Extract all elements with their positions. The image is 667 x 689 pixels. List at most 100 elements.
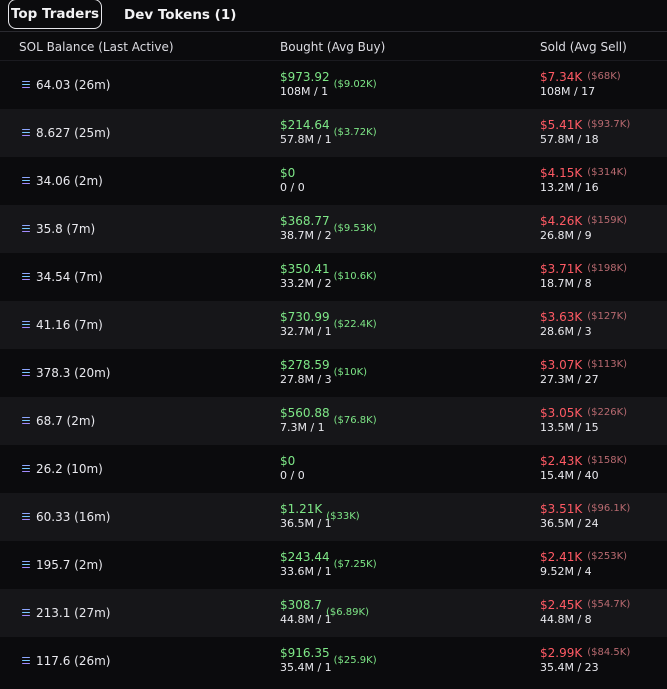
solana-icon <box>22 129 30 137</box>
sold-cell: $2.45K ($54.7K) 44.8M / 8 <box>540 598 630 626</box>
column-header-balance[interactable]: SOL Balance (Last Active) <box>19 40 174 54</box>
table-row[interactable]: 8.627 (25m) $214.64($3.72K) 57.8M / 1 $5… <box>0 109 667 157</box>
sold-amount: $3.07K <box>540 358 583 372</box>
solana-icon <box>22 513 30 521</box>
balance-value: 41.16 (7m) <box>36 318 103 332</box>
balance-cell: 213.1 (27m) <box>22 606 111 620</box>
bought-cell: $0 0 / 0 <box>280 166 305 194</box>
sold-amount: $4.15K <box>540 166 583 180</box>
table-row[interactable]: 64.03 (26m) $973.92($9.02K) 108M / 1 $7.… <box>0 61 667 109</box>
bought-cell: $973.92($9.02K) 108M / 1 <box>280 70 377 98</box>
sold-cell: $7.34K ($68K) 108M / 17 <box>540 70 621 98</box>
bought-cell: $278.59($10K) 27.8M / 3 <box>280 358 367 386</box>
tab-dev-tokens[interactable]: Dev Tokens (1) <box>124 0 236 29</box>
bought-cell: $560.88($76.8K) 7.3M / 1 <box>280 406 377 434</box>
sold-amount: $3.63K <box>540 310 583 324</box>
sold-cell: $5.41K ($93.7K) 57.8M / 18 <box>540 118 630 146</box>
bought-avg: ($33K) <box>326 511 360 522</box>
sold-sub: 28.6M / 3 <box>540 325 592 338</box>
balance-value: 195.7 (2m) <box>36 558 103 572</box>
bought-cell: $916.35($25.9K) 35.4M / 1 <box>280 646 377 674</box>
sold-avg: ($84.5K) <box>587 647 631 658</box>
table-row[interactable]: 213.1 (27m) $308.7($6.89K) 44.8M / 1 $2.… <box>0 589 667 637</box>
table-row[interactable]: 26.2 (10m) $0 0 / 0 $2.43K ($158K) 15.4M … <box>0 445 667 493</box>
balance-cell: 117.6 (26m) <box>22 654 111 668</box>
sold-amount: $2.45K <box>540 598 583 612</box>
column-header-sold[interactable]: Sold (Avg Sell) <box>540 40 627 54</box>
bought-amount: $560.88 <box>280 406 330 420</box>
balance-cell: 195.7 (2m) <box>22 558 103 572</box>
solana-icon <box>22 369 30 377</box>
sold-sub: 18.7M / 8 <box>540 277 592 290</box>
sold-cell: $2.43K ($158K) 15.4M / 40 <box>540 454 627 482</box>
bought-amount: $308.7 <box>280 598 322 612</box>
table-row[interactable]: 117.6 (26m) $916.35($25.9K) 35.4M / 1 $2… <box>0 637 667 685</box>
sold-sub: 15.4M / 40 <box>540 469 599 482</box>
balance-cell: 41.16 (7m) <box>22 318 103 332</box>
sold-avg: ($253K) <box>587 551 628 562</box>
table-row[interactable]: 35.8 (7m) $368.77($9.53K) 38.7M / 2 $4.2… <box>0 205 667 253</box>
balance-value: 213.1 (27m) <box>36 606 111 620</box>
bought-sub: 0 / 0 <box>280 181 305 194</box>
sold-cell: $3.07K ($113K) 27.3M / 27 <box>540 358 627 386</box>
table-row[interactable]: 34.06 (2m) $0 0 / 0 $4.15K ($314K) 13.2M … <box>0 157 667 205</box>
sold-amount: $3.71K <box>540 262 583 276</box>
tab-top-traders[interactable]: Top Traders <box>8 0 102 29</box>
solana-icon <box>22 609 30 617</box>
sold-avg: ($226K) <box>587 407 628 418</box>
sold-cell: $3.63K ($127K) 28.6M / 3 <box>540 310 627 338</box>
solana-icon <box>22 273 30 281</box>
bought-avg: ($9.53K) <box>333 223 377 234</box>
bought-amount: $916.35 <box>280 646 330 660</box>
bought-amount: $368.77 <box>280 214 330 228</box>
sold-amount: $7.34K <box>540 70 583 84</box>
bought-avg: ($6.89K) <box>326 607 369 618</box>
sold-avg: ($96.1K) <box>587 503 631 514</box>
tab-bar: Top Traders Dev Tokens (1) <box>0 0 667 32</box>
sold-amount: $3.05K <box>540 406 583 420</box>
solana-icon <box>22 81 30 89</box>
sold-amount: $2.43K <box>540 454 583 468</box>
bought-cell: $350.41($10.6K) 33.2M / 2 <box>280 262 377 290</box>
table-row[interactable]: 60.33 (16m) $1.21K($33K) 36.5M / 1 $3.51… <box>0 493 667 541</box>
solana-icon <box>22 321 30 329</box>
bought-amount: $0 <box>280 166 296 180</box>
sold-sub: 35.4M / 23 <box>540 661 599 674</box>
sold-cell: $2.41K ($253K) 9.52M / 4 <box>540 550 627 578</box>
balance-value: 8.627 (25m) <box>36 126 111 140</box>
sold-cell: $2.99K ($84.5K) 35.4M / 23 <box>540 646 630 674</box>
sold-sub: 13.2M / 16 <box>540 181 599 194</box>
balance-value: 35.8 (7m) <box>36 222 96 236</box>
table-row[interactable]: 34.54 (7m) $350.41($10.6K) 33.2M / 2 $3.… <box>0 253 667 301</box>
table-row[interactable]: 41.16 (7m) $730.99($22.4K) 32.7M / 1 $3.… <box>0 301 667 349</box>
sold-cell: $3.71K ($198K) 18.7M / 8 <box>540 262 627 290</box>
balance-value: 60.33 (16m) <box>36 510 111 524</box>
sold-avg: ($198K) <box>587 263 628 274</box>
bought-amount: $730.99 <box>280 310 330 324</box>
solana-icon <box>22 465 30 473</box>
sold-sub: 13.5M / 15 <box>540 421 599 434</box>
sold-avg: ($54.7K) <box>587 599 631 610</box>
traders-table: 64.03 (26m) $973.92($9.02K) 108M / 1 $7.… <box>0 61 667 685</box>
sold-amount: $3.51K <box>540 502 583 516</box>
bought-amount: $214.64 <box>280 118 330 132</box>
solana-icon <box>22 657 30 665</box>
bought-amount: $350.41 <box>280 262 330 276</box>
balance-cell: 64.03 (26m) <box>22 78 111 92</box>
sold-sub: 36.5M / 24 <box>540 517 599 530</box>
sold-sub: 27.3M / 27 <box>540 373 599 386</box>
sold-cell: $4.15K ($314K) 13.2M / 16 <box>540 166 627 194</box>
sold-amount: $4.26K <box>540 214 583 228</box>
sold-avg: ($93.7K) <box>587 119 631 130</box>
table-row[interactable]: 378.3 (20m) $278.59($10K) 27.8M / 3 $3.0… <box>0 349 667 397</box>
table-row[interactable]: 68.7 (2m) $560.88($76.8K) 7.3M / 1 $3.05… <box>0 397 667 445</box>
column-header-bought[interactable]: Bought (Avg Buy) <box>280 40 385 54</box>
bought-avg: ($25.9K) <box>333 655 377 666</box>
sold-amount: $2.99K <box>540 646 583 660</box>
table-row[interactable]: 195.7 (2m) $243.44($7.25K) 33.6M / 1 $2.… <box>0 541 667 589</box>
balance-cell: 34.06 (2m) <box>22 174 103 188</box>
bought-cell: $214.64($3.72K) 57.8M / 1 <box>280 118 377 146</box>
bought-avg: ($7.25K) <box>333 559 377 570</box>
sold-avg: ($314K) <box>587 167 628 178</box>
sold-avg: ($127K) <box>587 311 628 322</box>
